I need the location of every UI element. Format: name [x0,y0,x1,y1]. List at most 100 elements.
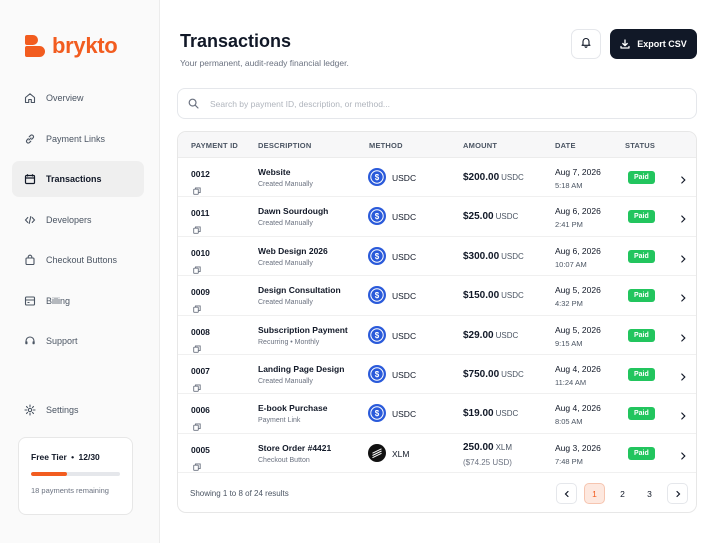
amount-currency: XLM [495,442,513,452]
svg-text:$: $ [375,291,380,300]
amount-currency: USDC [495,409,519,419]
transaction-time: 9:15 AM [555,338,583,348]
transaction-time: 10:07 AM [555,259,587,269]
sidebar-item-developers[interactable]: Developers [12,202,144,238]
sidebar-item-label: Payment Links [46,133,106,144]
sidebar-item-label: Checkout Buttons [46,255,118,265]
payment-id: 0009 [191,287,210,298]
payment-method: USDC [392,173,417,183]
copy-icon[interactable] [193,458,201,471]
description: E-book Purchase [258,403,328,414]
page-title: Transactions [180,31,292,51]
column-header-payment-id: PAYMENT ID [191,141,239,150]
column-header-status: STATUS [625,141,656,150]
copy-icon[interactable] [193,182,201,195]
chevron-right-icon[interactable] [678,251,688,263]
chevron-right-icon[interactable] [678,290,688,302]
payment-id: 0005 [191,444,210,455]
sidebar-item-support[interactable]: Support [12,323,144,359]
description: Design Consultation [258,285,341,296]
table-row[interactable]: 0010 Web Design 2026 Created Manually $ USDC… [178,237,696,277]
svg-text:$: $ [375,331,380,340]
amount: $150.00 USDC [463,290,524,301]
transaction-date: Aug 4, 2026 [555,403,601,414]
svg-text:$: $ [375,212,380,221]
table-row[interactable]: 0009 Design Consultation Created Manually $… [178,276,696,316]
status-badge: Paid [628,328,655,342]
table-row[interactable]: 0007 Landing Page Design Created Manually $… [178,355,696,395]
link-icon [24,133,36,145]
description-source: Created Manually [258,181,313,188]
status-badge: Paid [628,289,655,303]
sidebar-item-checkout-buttons[interactable]: Checkout Buttons [12,242,144,278]
sidebar: brykto Overview Payment Links Transactio… [0,0,160,543]
copy-icon[interactable] [193,418,201,432]
chevron-right-icon[interactable] [678,172,688,184]
notifications-button[interactable] [571,29,601,59]
sidebar-item-transactions[interactable]: Transactions [12,161,144,197]
copy-icon[interactable] [193,300,201,313]
plan-usage-card: Free Tier • 12/30 18 payments remaining [18,437,133,515]
page-button-1[interactable]: 1 [584,483,605,504]
status-badge: Paid [628,210,655,224]
payment-method: USDC [392,251,417,262]
chevron-right-icon[interactable] [678,211,688,223]
home-icon [24,92,36,104]
previous-page-button[interactable] [556,483,577,504]
table-header: PAYMENT ID DESCRIPTION METHOD AMOUNT DAT… [178,132,696,158]
shopping-bag-icon [24,254,36,266]
sidebar-item-overview[interactable]: Overview [12,80,144,116]
copy-icon[interactable] [193,221,201,235]
usdc-icon: $ [368,286,386,305]
table-row[interactable]: 0011 Dawn Sourdough Created Manually $ USDC $… [178,197,696,237]
table-row[interactable]: 0006 E-book Purchase Payment Link $ USDC $19.… [178,394,696,434]
transaction-time: 2:41 PM [555,220,583,230]
chevron-right-icon[interactable] [678,448,688,460]
page-button-2[interactable]: 2 [612,483,633,504]
sidebar-item-label: Transactions [46,174,102,184]
receipt-icon [24,173,36,185]
amount-currency: USDC [501,173,524,182]
chevron-right-icon[interactable] [678,330,688,342]
column-header-description: DESCRIPTION [258,141,312,150]
table-row[interactable]: 0008 Subscription Payment Recurring • Mont… [178,316,696,355]
transaction-time: 5:18 AM [555,181,583,190]
copy-icon[interactable] [193,379,201,392]
sidebar-item-payment-links[interactable]: Payment Links [12,121,144,157]
transaction-date: Aug 6, 2026 [555,245,601,256]
export-csv-label: Export CSV [637,39,687,49]
next-page-button[interactable] [667,483,688,504]
chevron-right-icon[interactable] [678,408,688,420]
copy-icon[interactable] [193,261,201,274]
description: Web Design 2026 [258,245,328,256]
copy-icon[interactable] [193,340,201,353]
table-row[interactable]: 0012 Website Created Manually $ USDC $200.00 U… [178,158,696,198]
status-badge: Paid [628,249,655,263]
amount-value: $25.00 [463,211,494,223]
plan-remaining-text: 18 payments remaining [31,486,109,495]
export-csv-button[interactable]: Export CSV [610,29,697,59]
svg-text:$: $ [375,173,380,182]
chevron-right-icon[interactable] [678,369,688,381]
search-input[interactable]: Search by payment ID, description, or me… [177,88,697,119]
sidebar-item-billing[interactable]: Billing [12,283,144,319]
amount: $19.00 USDC [463,408,518,419]
sidebar-item-label: Developers [46,214,92,225]
payment-id: 0006 [191,405,210,416]
sidebar-item-settings[interactable]: Settings [24,404,79,416]
usdc-icon: $ [368,404,386,423]
description: Website [258,167,291,177]
transaction-time: 7:48 PM [555,456,583,466]
page-subtitle: Your permanent, audit-ready financial le… [180,58,349,68]
page-button-3[interactable]: 3 [639,483,660,504]
table-row[interactable]: 0005 Store Order #4421 Checkout Button XLM 2… [178,434,696,474]
sidebar-item-label: Support [46,336,78,346]
brand-logo[interactable]: brykto [25,33,118,59]
headset-icon [24,335,36,347]
amount-value: $19.00 [463,408,494,420]
plan-name: Free Tier [31,452,67,462]
description: Dawn Sourdough [258,206,329,217]
plan-separator: • [71,452,75,462]
column-header-amount: AMOUNT [463,141,498,150]
svg-text:$: $ [375,370,380,379]
